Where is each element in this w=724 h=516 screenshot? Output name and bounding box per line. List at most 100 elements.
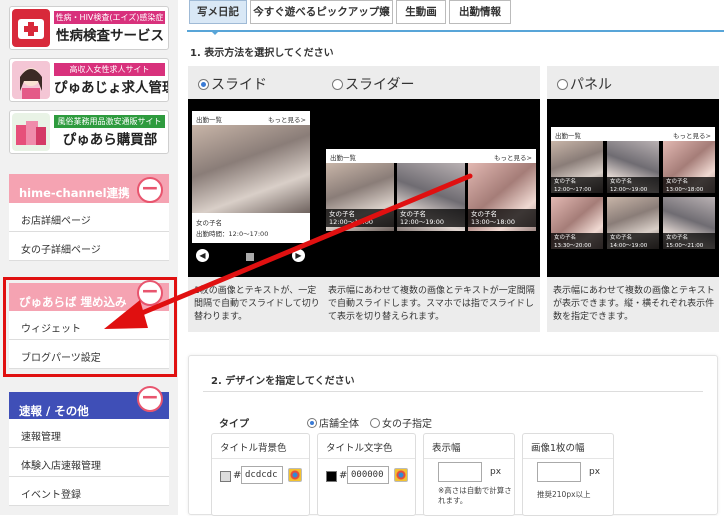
banner-tag: 高収入女性求人サイト — [54, 63, 165, 76]
photo-caption: 女の子名 12:00〜19:00 — [607, 177, 659, 195]
sidebar-item-news[interactable]: 速報管理 — [9, 419, 169, 448]
option-card-slider[interactable]: スライダー 出勤一覧 もっと見る> 女の子名 12:00〜17:00 女の子名 12… — [322, 66, 540, 332]
girl-name: 女の子名 — [610, 235, 633, 241]
option-card-slide[interactable]: スライド 出勤一覧 もっと見る> 女の子名 出勤時間：12:0〜17:00 ◀ … — [188, 66, 326, 332]
time-text: 12:00〜19:00 — [610, 187, 648, 193]
field-image-width: 画像1枚の幅 px 推奨210px以上 — [522, 433, 614, 516]
banner-recruit[interactable]: 高収入女性求人サイト ぴゅあじょ求人管理 — [9, 58, 169, 102]
divider — [212, 458, 309, 459]
preview-header: 出勤一覧 もっと見る> — [192, 111, 310, 125]
girl-name: 女の子名 — [554, 235, 577, 241]
field-note: 推奨210px以上 — [537, 490, 591, 499]
radio-unselected-icon — [332, 78, 343, 90]
time-text: 15:00〜21:00 — [666, 243, 704, 249]
color-picker-icon[interactable] — [394, 468, 408, 482]
tab-live-video[interactable]: 生動画 — [396, 0, 446, 24]
photo-caption: 女の子名 13:00〜18:00 — [663, 177, 715, 195]
preview-caption-box: 女の子名 出勤時間：12:0〜17:00 — [192, 213, 310, 243]
photo-caption: 女の子名 15:00〜21:00 — [663, 233, 715, 251]
field-label: 画像1枚の幅 — [531, 443, 585, 454]
text-color-input[interactable]: 000000 — [347, 466, 389, 484]
banner-title: ぴゅあじょ求人管理 — [54, 80, 169, 96]
photo-caption: 女の子名 13:00〜18:00 — [468, 209, 536, 227]
sidebar-item-event[interactable]: イベント登録 — [9, 477, 169, 506]
option-desc: 1枚の画像とテキストが、一定間隔で自動でスライドして切り替わります。 — [194, 286, 320, 322]
divider — [424, 458, 514, 459]
tab-attendance[interactable]: 出勤情報 — [449, 0, 511, 24]
preview-panel: 出勤一覧 もっと見る> 女の子名 12:00〜17:00 女の子名 12:00〜19… — [547, 99, 719, 277]
radio-unselected-icon — [557, 78, 568, 90]
option-label: 女の子指定 — [382, 419, 432, 430]
preview-header-title: 出勤一覧 — [196, 116, 222, 124]
sidebar-item-trial-news[interactable]: 体験入店速報管理 — [9, 448, 169, 477]
time-text: 13:00〜18:00 — [666, 187, 704, 193]
girl-name: 女の子名 — [400, 210, 426, 218]
preview-header-title: 出勤一覧 — [555, 132, 581, 140]
highlight-frame — [3, 277, 177, 377]
collapse-minus-icon[interactable]: − — [137, 386, 163, 412]
active-tab-pointer — [210, 30, 220, 35]
section-title: hime-channel連携 — [19, 186, 130, 200]
tab-underline — [187, 30, 724, 32]
radio-slider[interactable]: スライダー — [332, 74, 414, 94]
design-settings-panel: 2. デザインを指定してください タイプ 店舗全体 女の子指定 タイトル背景色 … — [188, 355, 718, 516]
banner-std-test[interactable]: 性病・HIV検査(エイズ)感染症 性病検査サービス — [9, 6, 169, 50]
sidebar-item-girl-detail[interactable]: 女の子詳細ページ — [9, 232, 169, 261]
preview-slider: 出勤一覧 もっと見る> 女の子名 12:00〜17:00 女の子名 12:00〜19… — [322, 99, 540, 277]
collapse-minus-icon[interactable]: − — [137, 177, 163, 203]
field-label: 表示幅 — [432, 443, 461, 454]
banner-title: 性病検査サービス — [56, 28, 164, 44]
divider — [318, 458, 415, 459]
display-width-input[interactable] — [438, 462, 482, 482]
bg-color-input[interactable]: dcdcdc — [241, 466, 283, 484]
radio-slide[interactable]: スライド — [198, 74, 267, 94]
option-desc: 表示幅にあわせて複数の画像とテキストが表示できます。縦・横それぞれ表示件数を指定… — [553, 286, 715, 322]
step2-title: 2. デザインを指定してください — [211, 376, 355, 387]
step1-title: 1. 表示方法を選択してください — [190, 48, 334, 59]
radio-panel[interactable]: パネル — [557, 74, 612, 94]
banner-title: ぴゅあら購買部 — [62, 132, 158, 148]
color-picker-icon[interactable] — [288, 468, 302, 482]
preview-photo — [192, 125, 310, 213]
girl-name: 女の子名 — [610, 179, 633, 185]
time-text: 12:00〜19:00 — [400, 218, 444, 226]
banner-tag: 風俗業務用品激安通販サイト — [54, 115, 165, 128]
time-text: 13:30〜20:00 — [554, 243, 592, 249]
products-icon — [12, 113, 50, 151]
preview-header: 出勤一覧 もっと見る> — [326, 149, 536, 163]
preview-slide: 出勤一覧 もっと見る> 女の子名 出勤時間：12:0〜17:00 ◀ ▶ — [188, 99, 326, 277]
photo-caption: 女の子名 12:00〜17:00 — [326, 209, 394, 227]
image-width-input[interactable] — [537, 462, 581, 482]
radio-shop-all[interactable]: 店舗全体 — [307, 415, 359, 430]
next-arrow-icon[interactable]: ▶ — [292, 249, 305, 262]
girl-name: 女の子名 — [471, 210, 497, 218]
time-text: 12:00〜17:00 — [554, 187, 592, 193]
slide-time: 出勤時間：12:0〜17:00 — [196, 230, 269, 238]
option-card-panel[interactable]: パネル 出勤一覧 もっと見る> 女の子名 12:00〜17:00 女の子名 12:0… — [547, 66, 719, 332]
preview-header: 出勤一覧 もっと見る> — [551, 127, 715, 141]
section-title: 速報 / その他 — [19, 404, 89, 418]
banner-purchase[interactable]: 風俗業務用品激安通販サイト ぴゅあら購買部 — [9, 110, 169, 154]
color-swatch[interactable] — [326, 471, 337, 482]
photo-caption: 女の子名 12:00〜19:00 — [397, 209, 465, 227]
tab-pickup-girls[interactable]: 今すぐ遊べるピックアップ嬢 — [250, 0, 393, 24]
preview-more-link: もっと見る> — [494, 154, 532, 162]
field-label: タイトル文字色 — [326, 443, 393, 454]
radio-girl-specified[interactable]: 女の子指定 — [370, 415, 432, 430]
option-label: スライダー — [345, 77, 415, 93]
girl-name: 女の子名 — [666, 179, 689, 185]
sidebar-item-shop-detail[interactable]: お店詳細ページ — [9, 203, 169, 232]
pager-indicator — [246, 253, 254, 261]
color-swatch[interactable] — [220, 471, 231, 482]
option-label: スライド — [211, 77, 267, 93]
tab-photo-diary[interactable]: 写メ日記 — [189, 0, 247, 24]
preview-more-link: もっと見る> — [268, 116, 306, 124]
preview-more-link: もっと見る> — [673, 132, 711, 140]
prev-arrow-icon[interactable]: ◀ — [196, 249, 209, 262]
field-display-width: 表示幅 px ※高さは自動で計算されます。 — [423, 433, 515, 516]
unit-label: px — [490, 467, 502, 477]
time-text: 14:00〜19:00 — [610, 243, 648, 249]
photo-caption: 女の子名 12:00〜17:00 — [551, 177, 603, 195]
woman-illustration-icon — [12, 61, 50, 99]
radio-selected-icon — [307, 418, 317, 428]
